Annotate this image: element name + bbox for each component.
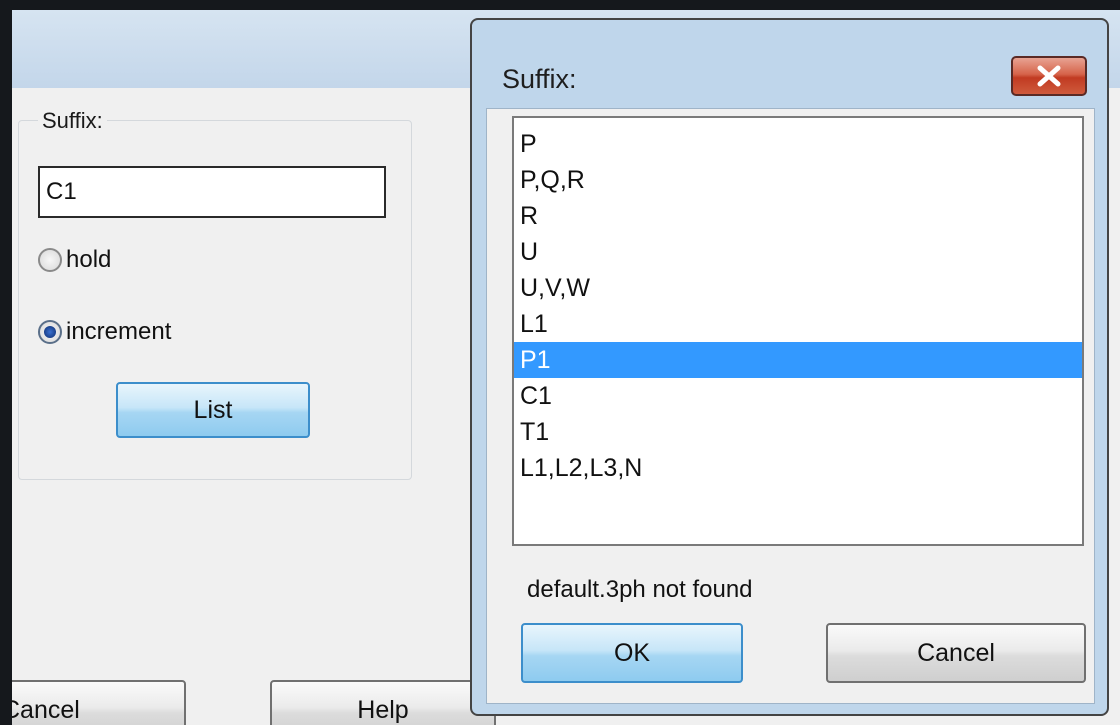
list-item[interactable]: T1 [514, 414, 1082, 450]
screen-edge-left [0, 0, 12, 725]
suffix-input[interactable] [38, 166, 386, 218]
radio-increment-option[interactable]: increment [38, 318, 171, 346]
list-item[interactable]: P1 [514, 342, 1082, 378]
radio-hold-option[interactable]: hold [38, 246, 111, 274]
list-item[interactable]: U [514, 234, 1082, 270]
radio-increment-label: increment [66, 318, 172, 345]
list-item[interactable]: P [514, 126, 1082, 162]
list-item[interactable]: L1,L2,L3,N [514, 450, 1082, 486]
list-item[interactable]: U,V,W [514, 270, 1082, 306]
close-icon [1037, 65, 1061, 87]
list-button[interactable]: List [116, 382, 310, 438]
radio-increment[interactable] [38, 320, 62, 344]
modal-title: Suffix: [502, 64, 577, 94]
list-item[interactable]: L1 [514, 306, 1082, 342]
radio-hold-label: hold [66, 246, 112, 273]
modal-client-area: P P,Q,R R U U,V,W L1 P1 C1 T1 L1,L2,L3,N default.… [486, 108, 1095, 704]
cancel-button[interactable]: Cancel [826, 623, 1086, 683]
status-text: default.3ph not found [527, 576, 753, 603]
list-item[interactable]: C1 [514, 378, 1082, 414]
parent-help-button[interactable]: Help [270, 680, 496, 725]
list-item[interactable]: P,Q,R [514, 162, 1082, 198]
suffix-group-label: Suffix: [38, 108, 107, 134]
suffix-listbox[interactable]: P P,Q,R R U U,V,W L1 P1 C1 T1 L1,L2,L3,N [512, 116, 1084, 546]
list-item[interactable]: R [514, 198, 1082, 234]
parent-cancel-button[interactable]: Cancel [12, 680, 186, 725]
suffix-modal: Suffix: P P,Q,R R U U,V,W L1 P1 C1 T1 L1,L2,L3,N … [470, 18, 1109, 716]
close-button[interactable] [1011, 56, 1087, 96]
ok-button[interactable]: OK [521, 623, 743, 683]
radio-hold[interactable] [38, 248, 62, 272]
screen-edge-top [0, 0, 1120, 10]
